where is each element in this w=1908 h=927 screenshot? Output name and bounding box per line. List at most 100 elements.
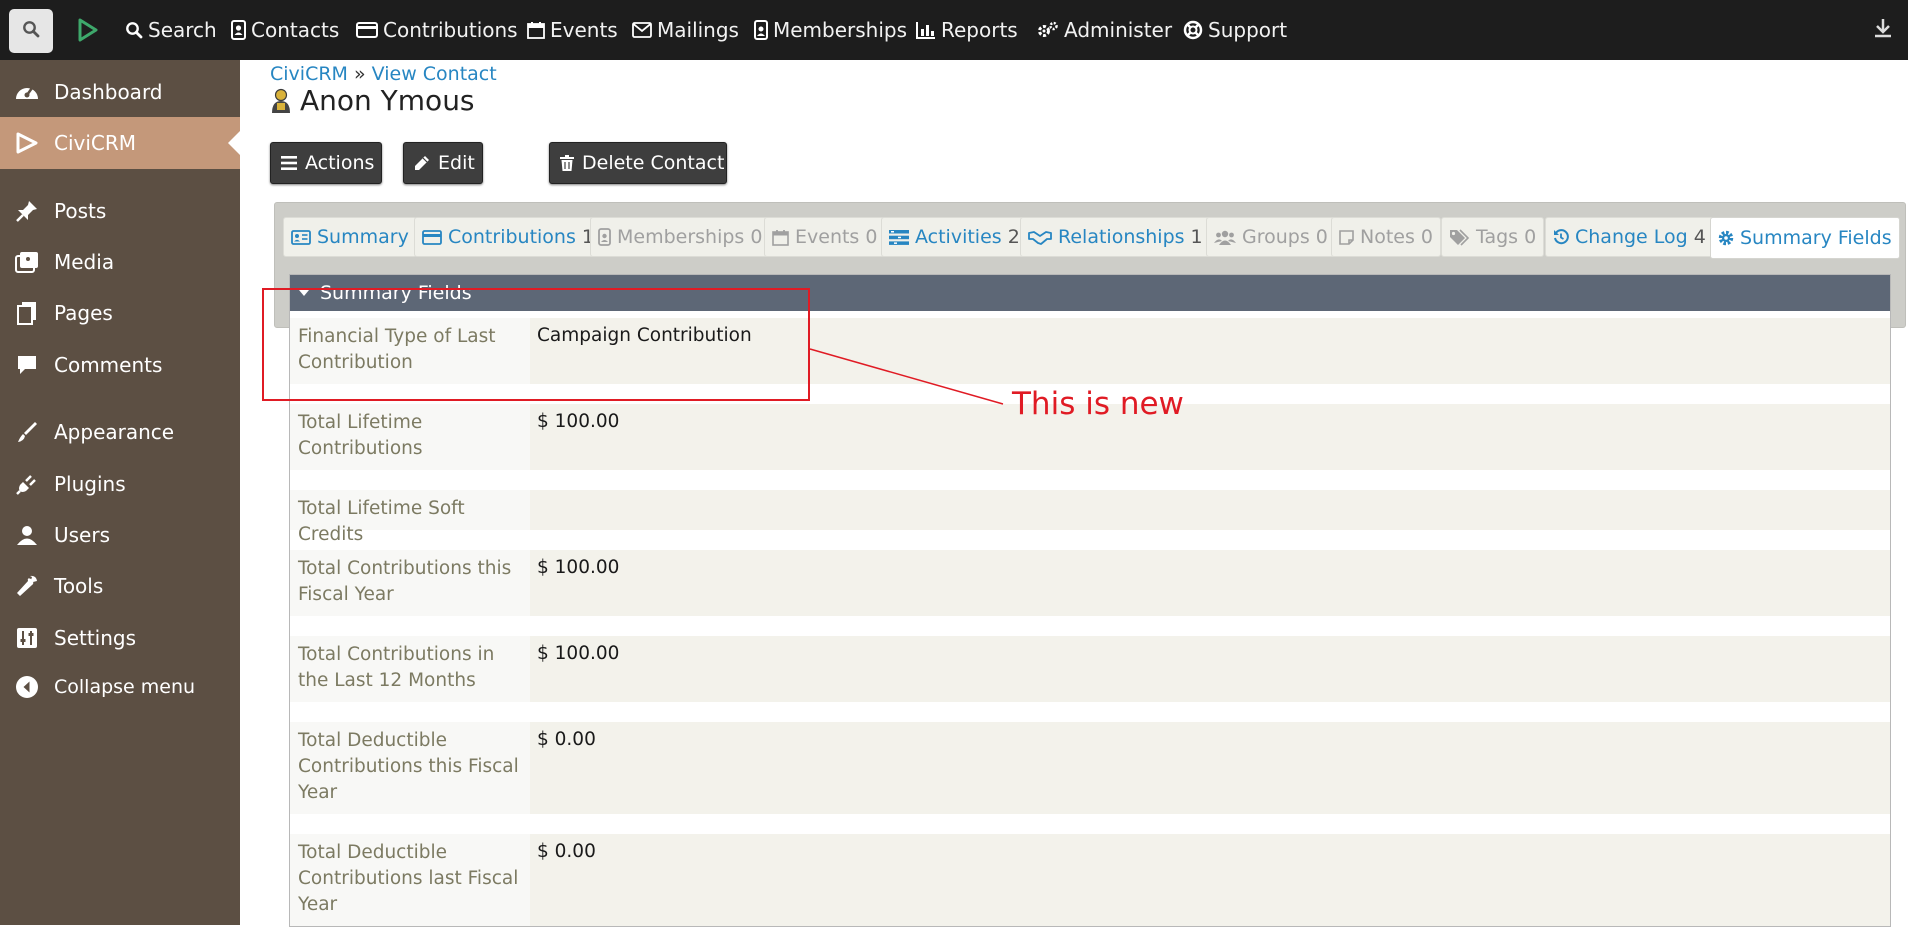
breadcrumb-separator: » [353,63,366,85]
caret-down-icon [298,289,310,297]
sidebar-item-users[interactable]: Users [0,515,240,555]
menu-support[interactable]: Support [1183,0,1287,60]
sidebar-item-label: Users [54,523,111,547]
quick-search-button[interactable] [9,9,53,53]
sidebar-item-media[interactable]: Media [0,242,240,282]
sidebar-item-label: CiviCRM [54,131,137,155]
panel-title: Summary Fields [320,282,472,304]
sidebar-item-label: Collapse menu [54,676,196,698]
tab-label: Groups [1242,226,1310,248]
bars-icon [281,156,297,170]
tab-change-log[interactable]: Change Log 4 [1545,217,1714,257]
sidebar-collapse-menu[interactable]: Collapse menu [0,667,240,707]
summary-field-row: Financial Type of Last Contribution Camp… [290,318,1890,384]
delete-contact-button[interactable]: Delete Contact [549,142,727,184]
field-value: Campaign Contribution [530,318,1890,384]
civicrm-icon [14,130,40,156]
tab-count: 0 [1315,226,1328,248]
sidebar-item-civicrm[interactable]: CiviCRM [0,117,240,169]
contact-name: Anon Ymous [300,84,475,117]
menu-label: Contacts [251,18,340,42]
summary-field-row: Total Lifetime Soft Credits [290,490,1890,545]
sidebar-item-appearance[interactable]: Appearance [0,412,240,452]
menu-contacts[interactable]: Contacts [231,0,339,60]
credit-card-icon [422,229,442,245]
tasks-icon [889,229,909,245]
tab-count: 0 [865,226,878,248]
search-icon [22,20,40,42]
admin-sidebar: Dashboard CiviCRM Posts Media Pages Comm… [0,60,240,925]
tab-memberships[interactable]: Memberships 0 [590,217,771,257]
gears-icon [1037,21,1059,39]
sidebar-item-posts[interactable]: Posts [0,191,240,231]
summary-field-row: Total Contributions this Fiscal Year $ 1… [290,550,1890,616]
summary-fields-panel: Summary Fields Financial Type of Last Co… [289,274,1891,927]
menu-label: Memberships [773,18,908,42]
tab-relationships[interactable]: Relationships 1 [1020,217,1211,257]
field-value: $ 100.00 [530,550,1890,616]
contact-card-icon [231,20,246,40]
breadcrumb-view-contact-link[interactable]: View Contact [372,63,497,85]
menu-memberships[interactable]: Memberships [754,0,907,60]
field-value [530,490,1890,530]
pushpin-icon [14,198,40,224]
menu-reports[interactable]: Reports [916,0,1018,60]
field-label: Financial Type of Last Contribution [290,318,530,384]
menu-mailings[interactable]: Mailings [632,0,739,60]
user-icon [14,522,40,548]
tab-label: Change Log [1575,226,1688,248]
tab-count: 1 [1190,226,1203,248]
menu-search[interactable]: Search [125,0,217,60]
menu-events[interactable]: Events [527,0,618,60]
field-value: $ 100.00 [530,636,1890,702]
sidebar-item-settings[interactable]: Settings [0,618,240,658]
tab-events[interactable]: Events 0 [764,217,886,257]
civicrm-logo-icon[interactable] [76,17,100,47]
sidebar-item-tools[interactable]: Tools [0,566,240,606]
download-arrow-icon[interactable] [1874,18,1892,42]
panel-header[interactable]: Summary Fields [290,275,1890,311]
sidebar-item-label: Settings [54,626,137,650]
sidebar-item-dashboard[interactable]: Dashboard [0,72,240,112]
contact-person-icon [270,88,292,114]
menu-contributions[interactable]: Contributions [356,0,518,60]
tab-summary-fields[interactable]: Summary Fields [1710,217,1900,259]
sidebar-item-label: Tools [54,574,104,598]
actions-button-label: Actions [305,152,375,174]
tab-tags[interactable]: Tags 0 [1441,217,1545,257]
handshake-icon [1028,230,1052,245]
menu-administer[interactable]: Administer [1037,0,1172,60]
sidebar-item-pages[interactable]: Pages [0,293,240,333]
sidebar-item-label: Comments [54,353,163,377]
actions-button[interactable]: Actions [270,142,382,184]
tab-label: Events [795,226,860,248]
tab-summary[interactable]: Summary [283,217,417,257]
tab-contributions[interactable]: Contributions 1 [414,217,602,257]
sidebar-item-label: Dashboard [54,80,163,104]
tab-label: Notes [1360,226,1415,248]
sidebar-item-label: Posts [54,199,107,223]
field-label: Total Deductible Contributions last Fisc… [290,834,530,926]
tags-icon [1449,228,1470,246]
sticky-note-icon [1339,229,1354,245]
life-ring-icon [1183,20,1203,40]
tab-label: Summary [317,226,409,248]
edit-button[interactable]: Edit [403,142,483,184]
calendar-icon [527,21,545,39]
tab-count: 2 [1007,226,1020,248]
field-value: $ 100.00 [530,404,1890,470]
breadcrumb-civicrm-link[interactable]: CiviCRM [270,63,348,85]
sidebar-item-plugins[interactable]: Plugins [0,464,240,504]
search-icon [125,21,143,39]
tab-activities[interactable]: Activities 2 [881,217,1028,257]
tab-notes[interactable]: Notes 0 [1331,217,1441,257]
tab-groups[interactable]: Groups 0 [1206,217,1336,257]
sidebar-item-label: Pages [54,301,113,325]
sidebar-item-label: Appearance [54,420,175,444]
history-icon [1553,229,1569,245]
sidebar-item-comments[interactable]: Comments [0,345,240,385]
annotation-label: This is new [1012,386,1184,422]
menu-label: Contributions [383,18,518,42]
menu-label: Events [550,18,618,42]
field-label: Total Lifetime Contributions [290,404,530,470]
